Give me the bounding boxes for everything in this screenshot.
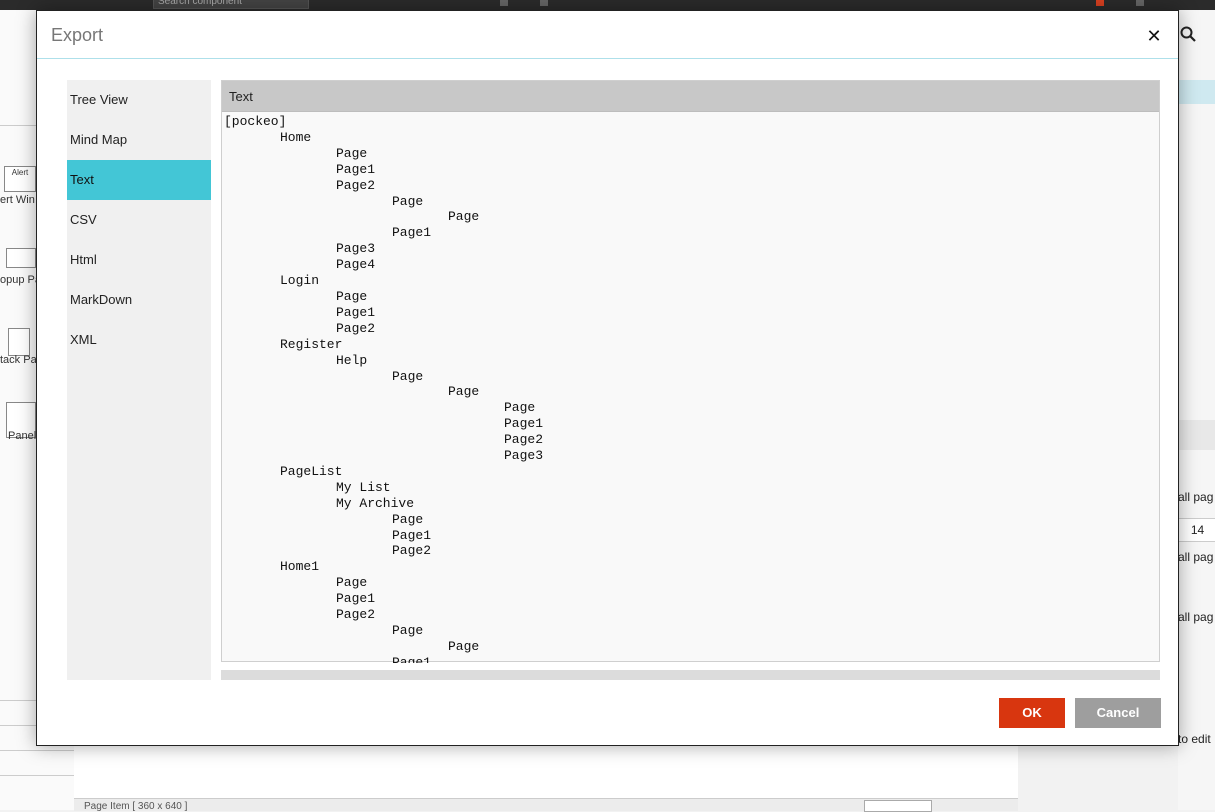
- page-count-field[interactable]: 14: [1178, 518, 1215, 542]
- text-line: My Archive: [336, 495, 415, 511]
- nav-item-mind-map[interactable]: Mind Map: [67, 120, 211, 160]
- text-line: Page: [336, 145, 368, 161]
- device-icon[interactable]: [540, 0, 548, 6]
- app-toolbar: Search component: [0, 0, 1215, 10]
- text-line: PageList: [280, 463, 343, 479]
- text-line: Page1: [504, 416, 544, 432]
- title-divider: [37, 58, 1178, 59]
- component-label: tack Pa: [0, 354, 37, 366]
- more-icon[interactable]: [1136, 0, 1144, 6]
- nav-item-text[interactable]: Text: [67, 160, 211, 200]
- page-dimensions: Page Item [ 360 x 640 ]: [84, 801, 188, 812]
- horizontal-scrollbar[interactable]: [221, 670, 1160, 680]
- text-line: Page1: [392, 654, 432, 663]
- export-text-preview[interactable]: [pockeo] Home Page Page1 Page2 Page Page Page1 P…: [222, 112, 1159, 663]
- stack-panel-icon: [8, 328, 30, 356]
- text-line: Page3: [504, 448, 544, 464]
- export-format-list: Tree View Mind Map Text CSV Html MarkDown XML: [67, 80, 211, 680]
- text-line: Home: [280, 129, 312, 145]
- divider: [0, 775, 74, 776]
- nav-item-csv[interactable]: CSV: [67, 200, 211, 240]
- all-pages-label: all pag: [1178, 550, 1214, 564]
- ok-button[interactable]: OK: [999, 698, 1065, 728]
- text-line: Page2: [336, 607, 376, 623]
- text-line: Page: [392, 368, 424, 384]
- preview-panel: Text [pockeo] Home Page Page1 Page2 Page Page P…: [221, 80, 1160, 663]
- text-line: Page1: [336, 591, 376, 607]
- preview-panel-title: Text: [222, 81, 1159, 112]
- nav-item-markdown[interactable]: MarkDown: [67, 280, 211, 320]
- text-line: Page2: [336, 320, 376, 336]
- text-line: Page: [392, 511, 424, 527]
- text-line: My List: [336, 479, 391, 495]
- divider: [0, 750, 74, 751]
- alert-window-icon: Alert: [4, 166, 36, 192]
- text-line: Page4: [336, 257, 376, 273]
- status-bar: Page Item [ 360 x 640 ]: [74, 798, 1018, 812]
- component-label: opup Pa: [0, 274, 41, 286]
- text-line: Page1: [336, 304, 376, 320]
- edit-hint: to edit: [1178, 732, 1211, 746]
- text-line: Page2: [504, 432, 544, 448]
- text-line: Page: [336, 575, 368, 591]
- cancel-button[interactable]: Cancel: [1075, 698, 1161, 728]
- text-line: Page: [392, 623, 424, 638]
- text-line: Page: [448, 384, 480, 400]
- text-line: Page2: [336, 177, 376, 193]
- text-line: Page: [336, 288, 368, 304]
- component-label: Panel: [8, 430, 37, 442]
- text-line: Page1: [392, 225, 432, 241]
- layout-icon[interactable]: [1096, 0, 1104, 6]
- component-label: ert Win: [0, 194, 35, 206]
- text-line: Register: [280, 336, 343, 352]
- export-dialog: Export ✕ Tree View Mind Map Text CSV Html Mar…: [36, 10, 1179, 746]
- popup-panel-icon: [6, 248, 36, 268]
- text-line: Help: [336, 352, 368, 368]
- text-line: Page2: [392, 543, 432, 559]
- close-icon[interactable]: ✕: [1141, 23, 1167, 49]
- text-line: Page3: [336, 241, 376, 257]
- text-line: Page: [448, 638, 480, 654]
- text-line: Login: [280, 273, 320, 289]
- text-line: Page1: [336, 161, 376, 177]
- nav-item-xml[interactable]: XML: [67, 320, 211, 360]
- text-line: [pockeo]: [224, 114, 287, 129]
- nav-item-tree-view[interactable]: Tree View: [67, 80, 211, 120]
- all-pages-label: all pag: [1178, 490, 1214, 504]
- zoom-select[interactable]: [864, 800, 932, 812]
- text-line: Page: [392, 193, 424, 209]
- text-line: Page: [448, 209, 480, 225]
- play-icon[interactable]: [500, 0, 508, 6]
- section-band: [1178, 420, 1215, 450]
- dialog-title: Export: [51, 25, 104, 45]
- search-icon[interactable]: [1180, 26, 1196, 42]
- panel-header-band: [1178, 80, 1215, 104]
- all-pages-label: all pag: [1178, 610, 1214, 624]
- nav-item-html[interactable]: Html: [67, 240, 211, 280]
- text-line: Page: [504, 400, 536, 416]
- properties-panel: all pag 14 all pag all pag to edit: [1178, 10, 1215, 810]
- text-line: Page1: [392, 527, 432, 543]
- text-line: Home1: [280, 559, 320, 575]
- component-search-input[interactable]: Search component: [153, 0, 309, 9]
